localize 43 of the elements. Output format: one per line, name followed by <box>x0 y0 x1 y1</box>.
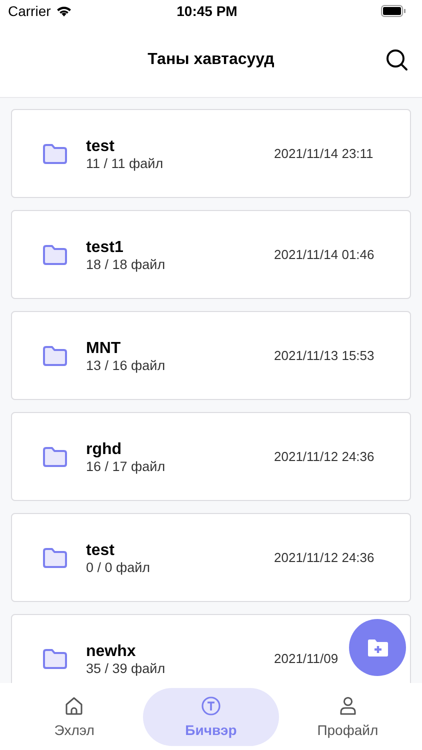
tab[interactable]: Эхлэл <box>6 688 143 746</box>
wifi-icon <box>56 5 72 17</box>
person-icon <box>338 696 358 716</box>
folder-date: 2021/11/12 24:36 <box>274 449 376 464</box>
folder-name: newhx <box>86 642 137 660</box>
folder-plus-icon <box>366 638 388 656</box>
folder-icon <box>42 546 68 568</box>
page-title: Таны хавтасууд <box>148 50 274 68</box>
home-icon <box>64 696 84 716</box>
folder-name: test <box>86 136 116 156</box>
folder-date: 2021/11/13 15:53 <box>274 348 376 363</box>
folder-icon <box>42 344 68 366</box>
tab[interactable]: Профайл <box>279 688 416 746</box>
folder-card[interactable]: test 0 / 0 файл 2021/11/12 24:36 <box>11 513 411 602</box>
search-button[interactable] <box>386 49 408 71</box>
folder-icon <box>42 142 68 164</box>
folder-date: 2021/11/09 <box>274 651 340 666</box>
folder-card[interactable]: test1 18 / 18 файл 2021/11/14 01:46 <box>11 210 411 299</box>
folder-date: 2021/11/14 01:46 <box>274 247 376 262</box>
status-time: 10:45 PM <box>176 3 238 19</box>
carrier-label: Carrier <box>8 3 51 19</box>
folder-icon <box>42 446 68 468</box>
folder-name: MNT <box>86 338 122 358</box>
folder-name: rghd <box>86 440 123 458</box>
folder-name: test1 <box>86 238 124 256</box>
battery-icon <box>380 5 406 17</box>
file-count: 16 / 17 файл <box>86 458 166 474</box>
folder-icon <box>42 648 68 670</box>
folder-icon <box>42 244 68 266</box>
folder-date: 2021/11/14 23:11 <box>274 146 374 161</box>
folder-name: test <box>86 540 116 560</box>
file-count: 0 / 0 файл <box>86 560 152 574</box>
folder-card[interactable]: MNT 13 / 16 файл 2021/11/13 15:53 <box>11 311 411 400</box>
folder-card[interactable]: rghd 16 / 17 файл 2021/11/12 24:36 <box>11 412 411 501</box>
file-count: 11 / 11 файл <box>86 156 164 170</box>
folder-card[interactable]: test 11 / 11 файл 2021/11/14 23:11 <box>11 109 411 198</box>
file-count: 13 / 16 файл <box>86 358 166 372</box>
folder-card[interactable]: newhx 35 / 39 файл 2021/11/09 <box>11 614 411 683</box>
text-circle-icon <box>201 696 221 716</box>
file-count: 18 / 18 файл <box>86 256 166 272</box>
folder-date: 2021/11/12 24:36 <box>274 550 376 565</box>
file-count: 35 / 39 файл <box>86 660 166 676</box>
search-icon <box>386 49 408 71</box>
